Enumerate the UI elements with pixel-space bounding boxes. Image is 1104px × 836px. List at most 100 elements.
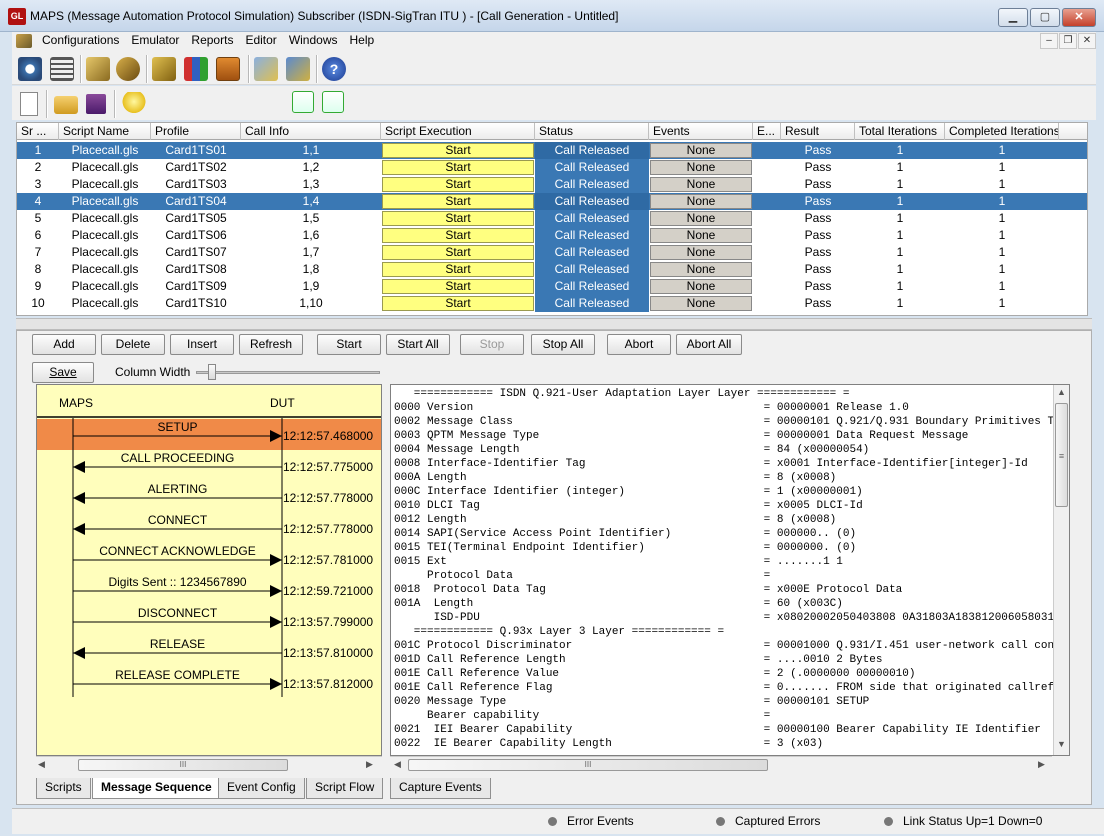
script-icon[interactable] <box>86 57 110 81</box>
menu-emulator[interactable]: Emulator <box>125 32 185 49</box>
column-width-slider[interactable] <box>196 371 380 374</box>
stop-button[interactable]: Stop <box>460 334 524 355</box>
col-call-info[interactable]: Call Info <box>241 123 381 140</box>
cell-events[interactable]: None <box>650 177 752 192</box>
open-folder-icon[interactable] <box>54 96 78 114</box>
briefcase-icon[interactable] <box>216 57 240 81</box>
cell-script-execution[interactable]: Start <box>382 143 534 158</box>
col-profile[interactable]: Profile <box>151 123 241 140</box>
col-total-iterations[interactable]: Total Iterations <box>855 123 945 140</box>
cell-events[interactable]: None <box>650 143 752 158</box>
app-menu-icon[interactable] <box>16 34 32 48</box>
decode-vscrollbar[interactable]: ▲ ≡ ▼ <box>1053 385 1069 755</box>
cell-script-execution[interactable]: Start <box>382 177 534 192</box>
bulb-icon[interactable] <box>122 92 146 116</box>
table-row[interactable]: 10 Placecall.gls Card1TS10 1,10 Start Call Re… <box>17 295 1087 312</box>
list-icon[interactable] <box>50 57 74 81</box>
col-sr[interactable]: Sr ... <box>17 123 59 140</box>
tab-event-config[interactable]: Event Config <box>218 778 305 799</box>
scroll-right-arrow-icon[interactable]: ▶ <box>366 759 373 770</box>
cell-events[interactable]: None <box>650 296 752 311</box>
col-result[interactable]: Result <box>781 123 855 140</box>
col-completed-iterations[interactable]: Completed Iterations <box>945 123 1059 140</box>
scroll-down-arrow-icon[interactable]: ▼ <box>1057 739 1066 749</box>
start-button[interactable]: Start <box>317 334 381 355</box>
col-status[interactable]: Status <box>535 123 649 140</box>
col-e[interactable]: E... <box>753 123 781 140</box>
close-button[interactable]: ✕ <box>1062 8 1096 27</box>
cell-events[interactable]: None <box>650 211 752 226</box>
cell-script-execution[interactable]: Start <box>382 245 534 260</box>
table-row[interactable]: 8 Placecall.gls Card1TS08 1,8 Start Call Rele… <box>17 261 1087 278</box>
delete-button[interactable]: Delete <box>101 334 165 355</box>
column-width-slider-thumb[interactable] <box>208 364 216 380</box>
cell-events[interactable]: None <box>650 194 752 209</box>
cell-script-execution[interactable]: Start <box>382 228 534 243</box>
error-events-status[interactable]: Error Events <box>548 814 634 828</box>
abort-button[interactable]: Abort <box>607 334 671 355</box>
cell-script-execution[interactable]: Start <box>382 160 534 175</box>
col-script-name[interactable]: Script Name <box>59 123 151 140</box>
cell-script-execution[interactable]: Start <box>382 194 534 209</box>
panel-splitter[interactable] <box>16 318 1092 330</box>
add-button[interactable]: Add <box>32 334 96 355</box>
cell-script-execution[interactable]: Start <box>382 211 534 226</box>
mdi-close-button[interactable]: ✕ <box>1078 33 1096 49</box>
tree-network-icon[interactable] <box>322 91 344 113</box>
cell-events[interactable]: None <box>650 160 752 175</box>
table-row[interactable]: 4 Placecall.gls Card1TS04 1,4 Start Call Rele… <box>17 193 1087 210</box>
edit-icon[interactable] <box>254 57 278 81</box>
gear-icon[interactable] <box>18 57 42 81</box>
col-script-execution[interactable]: Script Execution <box>381 123 535 140</box>
cell-script-execution[interactable]: Start <box>382 279 534 294</box>
new-file-icon[interactable] <box>20 92 38 116</box>
tab-scripts[interactable]: Scripts <box>36 778 91 799</box>
table-row[interactable]: 1 Placecall.gls Card1TS01 1,1 Start Call Rele… <box>17 142 1087 159</box>
start-all-button[interactable]: Start All <box>386 334 450 355</box>
cell-events[interactable]: None <box>650 262 752 277</box>
tools-icon[interactable] <box>286 57 310 81</box>
scroll-up-arrow-icon[interactable]: ▲ <box>1057 387 1066 397</box>
save-icon[interactable] <box>86 94 106 114</box>
save-button[interactable]: Save <box>32 362 94 383</box>
chain-icon[interactable] <box>152 57 176 81</box>
menu-help[interactable]: Help <box>344 32 381 49</box>
menu-editor[interactable]: Editor <box>239 32 282 49</box>
menu-configurations[interactable]: Configurations <box>36 32 125 49</box>
cell-events[interactable]: None <box>650 245 752 260</box>
tab-message-sequence[interactable]: Message Sequence <box>92 778 221 799</box>
cell-script-execution[interactable]: Start <box>382 296 534 311</box>
ladder-hscroll-thumb[interactable]: III <box>78 759 288 771</box>
stop-all-button[interactable]: Stop All <box>531 334 595 355</box>
insert-button[interactable]: Insert <box>170 334 234 355</box>
decode-vscroll-thumb[interactable]: ≡ <box>1055 403 1068 507</box>
table-row[interactable]: 5 Placecall.gls Card1TS05 1,5 Start Call Rele… <box>17 210 1087 227</box>
scroll-right-arrow-icon[interactable]: ▶ <box>1038 759 1045 770</box>
table-row[interactable]: 6 Placecall.gls Card1TS06 1,6 Start Call Rele… <box>17 227 1087 244</box>
captured-errors-status[interactable]: Captured Errors <box>716 814 820 828</box>
menu-reports[interactable]: Reports <box>185 32 239 49</box>
tab-capture-events[interactable]: Capture Events <box>390 778 491 799</box>
col-events[interactable]: Events <box>649 123 753 140</box>
database-icon[interactable] <box>184 57 208 81</box>
cell-script-execution[interactable]: Start <box>382 262 534 277</box>
decode-hscroll-thumb[interactable]: III <box>408 759 768 771</box>
ladder-hscrollbar[interactable]: ◀ III ▶ <box>36 756 382 772</box>
maximize-button[interactable]: ▢ <box>1030 8 1060 27</box>
mdi-minimize-button[interactable]: – <box>1040 33 1058 49</box>
link-icon[interactable] <box>116 57 140 81</box>
help-icon[interactable]: ? <box>322 57 346 81</box>
table-row[interactable]: 9 Placecall.gls Card1TS09 1,9 Start Call Rele… <box>17 278 1087 295</box>
cell-events[interactable]: None <box>650 228 752 243</box>
tab-script-flow[interactable]: Script Flow <box>306 778 384 799</box>
tree-vertical-icon[interactable] <box>292 91 314 113</box>
refresh-button[interactable]: Refresh <box>239 334 303 355</box>
table-row[interactable]: 7 Placecall.gls Card1TS07 1,7 Start Call Rele… <box>17 244 1087 261</box>
table-row[interactable]: 2 Placecall.gls Card1TS02 1,2 Start Call Rele… <box>17 159 1087 176</box>
table-row[interactable]: 3 Placecall.gls Card1TS03 1,3 Start Call Rele… <box>17 176 1087 193</box>
scroll-left-arrow-icon[interactable]: ◀ <box>394 759 401 770</box>
mdi-restore-button[interactable]: ❐ <box>1059 33 1077 49</box>
minimize-button[interactable]: ▁ <box>998 8 1028 27</box>
decode-hscrollbar[interactable]: ◀ III ▶ <box>390 756 1052 772</box>
menu-windows[interactable]: Windows <box>283 32 344 49</box>
